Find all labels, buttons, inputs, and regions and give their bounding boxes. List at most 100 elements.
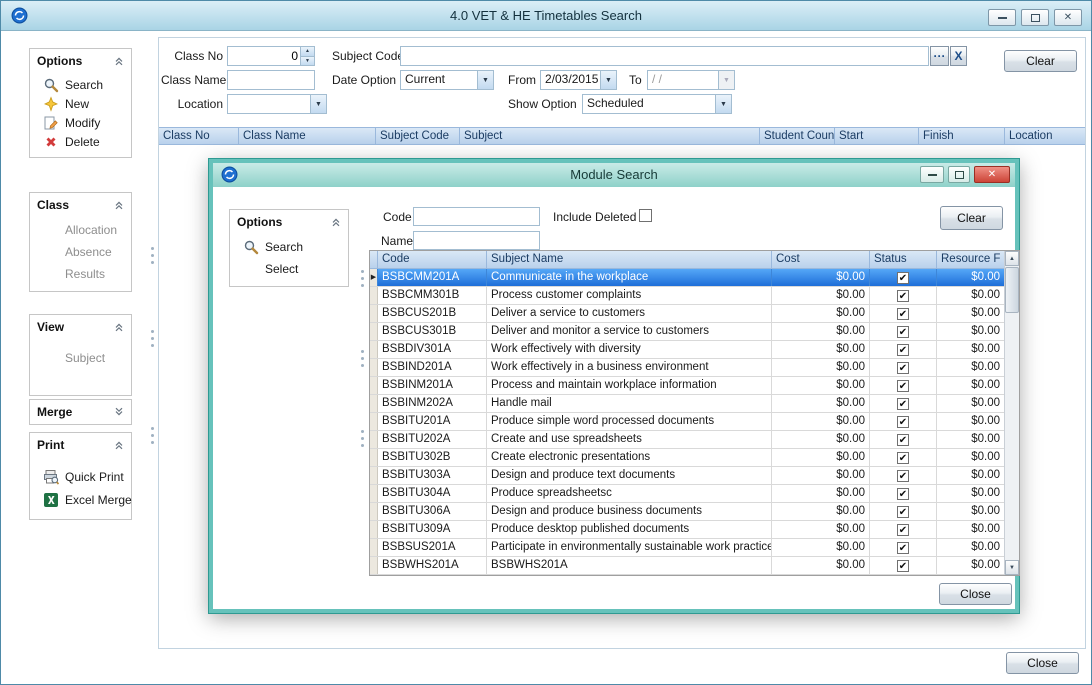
column-header[interactable]: Subject Name (487, 251, 772, 268)
sidebar-item-excel-merge[interactable]: Excel Merge (30, 488, 131, 511)
status-checkbox[interactable]: ✔ (897, 524, 909, 536)
sidebar-item-allocation[interactable]: Allocation (30, 219, 131, 241)
status-checkbox[interactable]: ✔ (897, 452, 909, 464)
column-header[interactable]: Code (378, 251, 487, 268)
table-row[interactable]: BSBITU303ADesign and produce text docume… (370, 467, 1004, 485)
close-button[interactable]: Close (939, 583, 1012, 605)
sidebar-item-search[interactable]: Search (30, 75, 131, 94)
subject-code-input[interactable] (400, 46, 929, 66)
column-header[interactable]: Subject Code (376, 128, 460, 144)
include-deleted-checkbox[interactable] (639, 209, 652, 222)
maximize-button[interactable] (1021, 9, 1049, 26)
column-header[interactable]: Location (1005, 128, 1085, 144)
table-row[interactable]: BSBINM202AHandle mail$0.00✔$0.00 (370, 395, 1004, 413)
status-checkbox[interactable]: ✔ (897, 560, 909, 572)
maximize-button[interactable] (948, 166, 970, 183)
sidebar-item-modify[interactable]: Modify (30, 113, 131, 132)
status-checkbox[interactable]: ✔ (897, 272, 909, 284)
sidebar-item-delete[interactable]: Delete (30, 132, 131, 151)
status-checkbox[interactable]: ✔ (897, 362, 909, 374)
status-checkbox[interactable]: ✔ (897, 416, 909, 428)
status-checkbox[interactable]: ✔ (897, 434, 909, 446)
close-button[interactable]: ✕ (1054, 9, 1082, 26)
status-checkbox[interactable]: ✔ (897, 326, 909, 338)
close-button[interactable]: ✕ (974, 166, 1010, 183)
scroll-down-icon[interactable]: ▼ (1005, 560, 1019, 575)
cell-status: ✔ (870, 539, 937, 556)
clear-button[interactable]: Clear (1004, 50, 1077, 72)
table-row[interactable]: BSBINM201AProcess and maintain workplace… (370, 377, 1004, 395)
status-checkbox[interactable]: ✔ (897, 290, 909, 302)
sidebar-item-results[interactable]: Results (30, 263, 131, 285)
status-checkbox[interactable]: ✔ (897, 398, 909, 410)
column-header[interactable]: Start (835, 128, 919, 144)
from-date-select[interactable]: 2/03/2015 ▼ (540, 70, 617, 90)
merge-panel-header[interactable]: Merge (30, 400, 131, 424)
table-row[interactable]: BSBCUS301BDeliver and monitor a service … (370, 323, 1004, 341)
code-input[interactable] (413, 207, 540, 226)
status-checkbox[interactable]: ✔ (897, 344, 909, 356)
status-checkbox[interactable]: ✔ (897, 470, 909, 482)
view-panel-header[interactable]: View (30, 315, 131, 339)
options-panel-header[interactable]: Options (230, 210, 348, 234)
close-button[interactable]: Close (1006, 652, 1079, 674)
table-row[interactable]: BSBITU304AProduce spreadsheetsc$0.00✔$0.… (370, 485, 1004, 503)
table-row[interactable]: BSBSUS201AParticipate in environmentally… (370, 539, 1004, 557)
cell-status: ✔ (870, 269, 937, 286)
column-header[interactable]: Class Name (239, 128, 376, 144)
table-row[interactable]: BSBITU302BCreate electronic presentation… (370, 449, 1004, 467)
clear-button[interactable]: Clear (940, 206, 1003, 230)
table-row[interactable]: BSBITU309AProduce desktop published docu… (370, 521, 1004, 539)
column-header[interactable]: Student Count (760, 128, 835, 144)
table-row[interactable]: BSBCUS201BDeliver a service to customers… (370, 305, 1004, 323)
table-row[interactable]: BSBDIV301AWork effectively with diversit… (370, 341, 1004, 359)
class-panel-header[interactable]: Class (30, 193, 131, 217)
table-row[interactable]: ▶BSBCMM201ACommunicate in the workplace$… (370, 269, 1004, 287)
column-header[interactable]: Resource F (937, 251, 1004, 268)
spin-down-icon[interactable]: ▼ (301, 57, 314, 66)
minimize-button[interactable] (920, 166, 944, 183)
class-name-input[interactable] (227, 70, 315, 90)
column-header[interactable]: Finish (919, 128, 1005, 144)
sidebar-item-select[interactable]: Select (230, 258, 348, 280)
class-no-input[interactable] (228, 47, 300, 65)
table-row[interactable]: BSBWHS201ABSBWHS201A$0.00✔$0.00 (370, 557, 1004, 575)
sidebar-item-quick-print[interactable]: Quick Print (30, 465, 131, 488)
sidebar-item-subject[interactable]: Subject (30, 347, 131, 369)
sidebar-item-search[interactable]: Search (230, 236, 348, 258)
table-row[interactable]: BSBITU306ADesign and produce business do… (370, 503, 1004, 521)
options-panel-header[interactable]: Options (30, 49, 131, 73)
column-header[interactable]: Status (870, 251, 937, 268)
scroll-up-icon[interactable]: ▲ (1005, 251, 1019, 266)
scrollbar[interactable]: ▲ ▼ (1004, 251, 1019, 575)
sidebar-splitter[interactable] (360, 250, 365, 576)
table-row[interactable]: BSBCMM301BProcess customer complaints$0.… (370, 287, 1004, 305)
print-panel-header[interactable]: Print (30, 433, 131, 457)
table-row[interactable]: BSBIND201AWork effectively in a business… (370, 359, 1004, 377)
status-checkbox[interactable]: ✔ (897, 380, 909, 392)
class-no-spinner[interactable]: ▲ ▼ (227, 46, 315, 66)
status-checkbox[interactable]: ✔ (897, 308, 909, 320)
sidebar-item-absence[interactable]: Absence (30, 241, 131, 263)
status-checkbox[interactable]: ✔ (897, 506, 909, 518)
sidebar-splitter[interactable] (150, 37, 155, 649)
sidebar-item-new[interactable]: New (30, 94, 131, 113)
status-checkbox[interactable]: ✔ (897, 488, 909, 500)
to-date-select: / / ▼ (647, 70, 735, 90)
spin-up-icon[interactable]: ▲ (301, 47, 314, 57)
status-checkbox[interactable]: ✔ (897, 542, 909, 554)
column-header[interactable]: Subject (460, 128, 760, 144)
table-row[interactable]: BSBITU202ACreate and use spreadsheets$0.… (370, 431, 1004, 449)
show-option-select[interactable]: Scheduled ▼ (582, 94, 732, 114)
column-header[interactable]: Cost (772, 251, 870, 268)
subject-code-clear-button[interactable]: X (950, 46, 967, 66)
location-select[interactable]: ▼ (227, 94, 327, 114)
minimize-button[interactable] (988, 9, 1016, 26)
table-row[interactable]: BSBITU201AProduce simple word processed … (370, 413, 1004, 431)
date-option-select[interactable]: Current ▼ (400, 70, 494, 90)
grid-rows: ▶BSBCMM201ACommunicate in the workplace$… (370, 269, 1004, 575)
subject-code-lookup-button[interactable]: ··· (930, 46, 949, 66)
scroll-thumb[interactable] (1005, 267, 1019, 313)
column-header[interactable]: Class No (159, 128, 239, 144)
name-input[interactable] (413, 231, 540, 250)
